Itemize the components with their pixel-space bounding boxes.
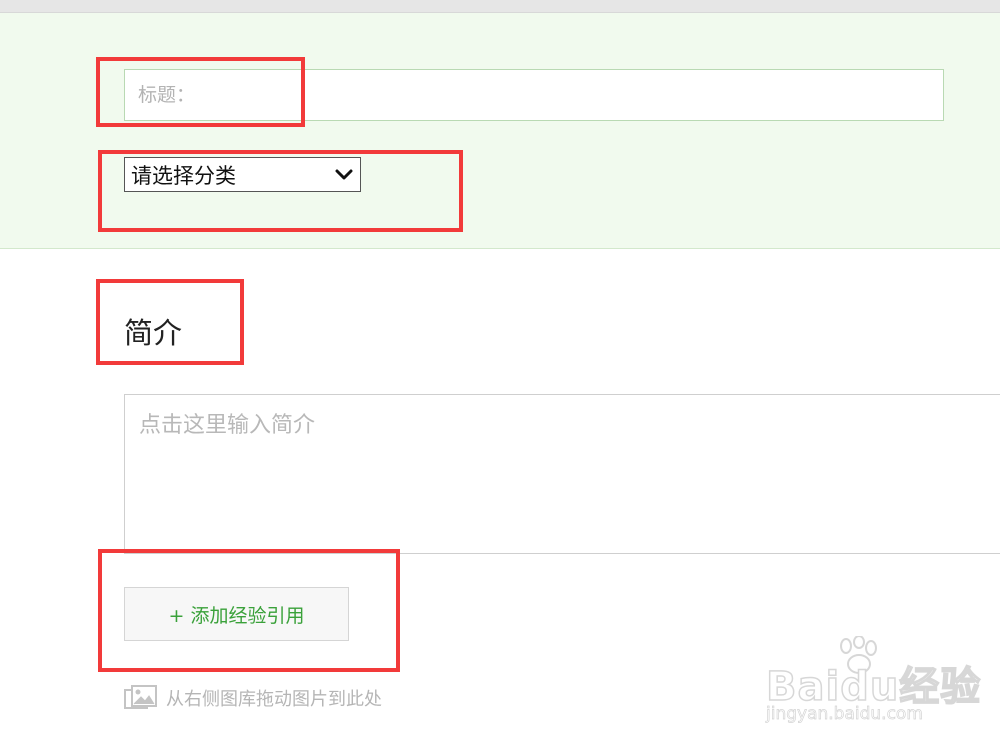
category-select-value: 请选择分类 — [131, 163, 236, 188]
drop-hint-text: 从右侧图库拖动图片到此处 — [166, 689, 382, 710]
intro-textarea[interactable] — [124, 394, 1000, 554]
header-panel — [0, 13, 1000, 249]
image-drop-zone[interactable]: 从右侧图库拖动图片到此处 — [124, 684, 382, 712]
add-reference-button[interactable]: + 添加经验引用 — [124, 587, 349, 641]
intro-heading: 简介 — [124, 316, 183, 350]
category-select[interactable]: 请选择分类 — [124, 157, 361, 192]
chevron-down-icon — [334, 165, 354, 185]
title-input[interactable] — [124, 69, 944, 121]
editor-page: 请选择分类 简介 + 添加经验引用 从右侧图库拖动图片到此处 — [0, 0, 1000, 745]
top-strip — [0, 0, 1000, 13]
baidu-watermark: Baidu经验 jingyan.baidu.com — [760, 632, 990, 732]
image-icon — [124, 684, 158, 712]
watermark-url: jingyan.baidu.com — [766, 704, 924, 725]
